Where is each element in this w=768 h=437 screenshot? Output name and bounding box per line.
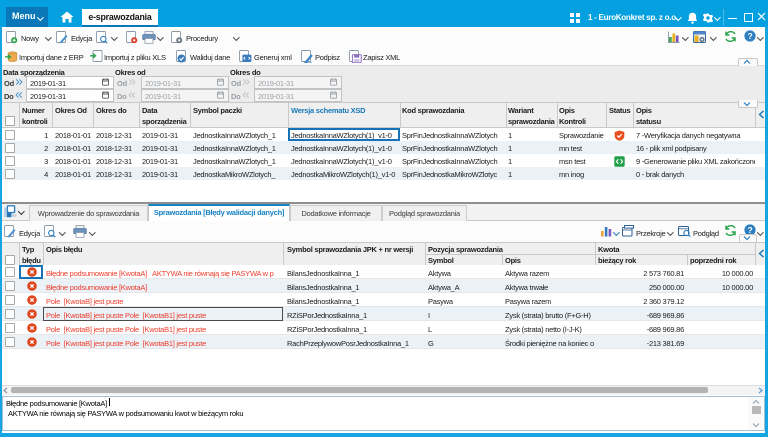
svg-text:?: ? <box>748 31 753 41</box>
